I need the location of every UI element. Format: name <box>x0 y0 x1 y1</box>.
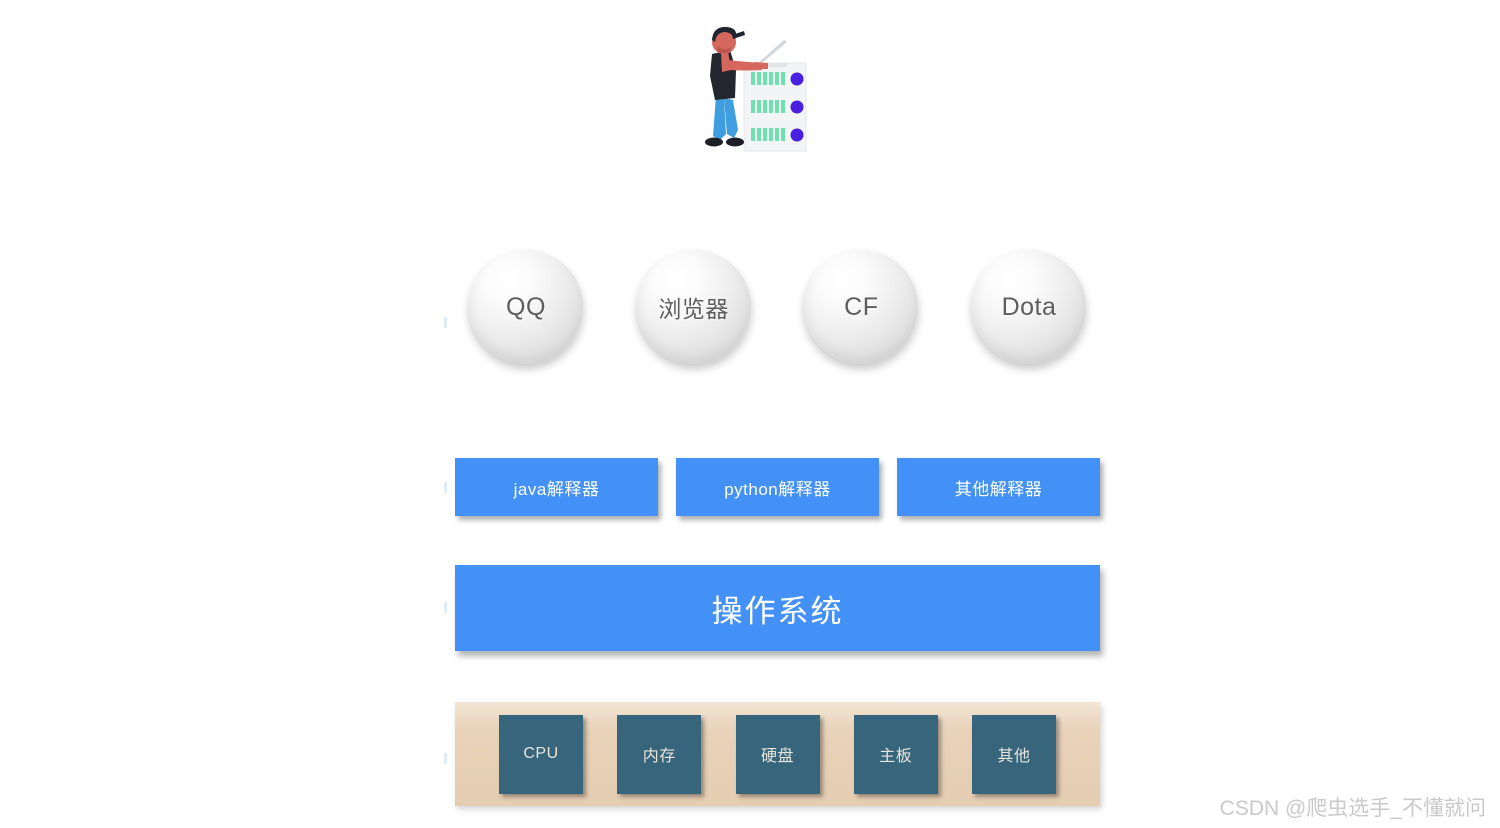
hardware-box-memory[interactable]: 内存 <box>617 714 702 794</box>
csdn-watermark: CSDN @爬虫选手_不懂就问 <box>1219 797 1486 820</box>
illustration-svg <box>705 26 807 152</box>
app-sphere-browser[interactable]: 浏览器 <box>636 250 751 364</box>
app-sphere-label: CF <box>844 292 879 321</box>
app-sphere-label: 浏览器 <box>658 296 729 322</box>
operating-system-label: 操作系统 <box>711 593 844 629</box>
interpreter-label: java解释器 <box>513 479 600 499</box>
server-rack-icon <box>743 62 807 152</box>
hardware-label: 内存 <box>642 748 676 765</box>
interpreter-box-other[interactable]: 其他解释器 <box>897 458 1100 516</box>
app-sphere-dota[interactable]: Dota <box>971 250 1086 364</box>
interpreters-layer: java解释器 python解释器 其他解释器 <box>455 458 1100 516</box>
hardware-layer: CPU 内存 硬盘 主板 其他 <box>455 702 1100 806</box>
hardware-box-motherboard[interactable]: 主板 <box>853 714 938 794</box>
hardware-box-harddisk[interactable]: 硬盘 <box>735 714 820 794</box>
row-marker-interpreters <box>444 482 447 493</box>
app-sphere-cf[interactable]: CF <box>804 250 919 364</box>
hardware-box-other[interactable]: 其他 <box>972 714 1056 794</box>
operating-system-bar[interactable]: 操作系统 <box>455 565 1100 651</box>
row-marker-apps <box>444 317 447 328</box>
hardware-label: 主板 <box>879 748 913 765</box>
person-with-server-illustration <box>688 18 818 153</box>
interpreter-box-python[interactable]: python解释器 <box>676 458 879 516</box>
app-sphere-qq[interactable]: QQ <box>469 250 583 364</box>
row-marker-hardware <box>444 753 447 764</box>
app-sphere-label: Dota <box>1001 292 1057 321</box>
hardware-label: 硬盘 <box>760 748 794 765</box>
hardware-box-cpu[interactable]: CPU <box>499 714 583 794</box>
interpreter-label: python解释器 <box>724 479 831 499</box>
interpreter-box-java[interactable]: java解释器 <box>455 458 658 516</box>
hardware-label: CPU <box>523 745 559 762</box>
hardware-label: 其他 <box>997 748 1031 765</box>
row-marker-os <box>444 602 447 613</box>
applications-layer: QQ 浏览器 CF Dota <box>455 250 1100 370</box>
app-sphere-label: QQ <box>506 292 546 321</box>
interpreter-label: 其他解释器 <box>954 479 1043 499</box>
